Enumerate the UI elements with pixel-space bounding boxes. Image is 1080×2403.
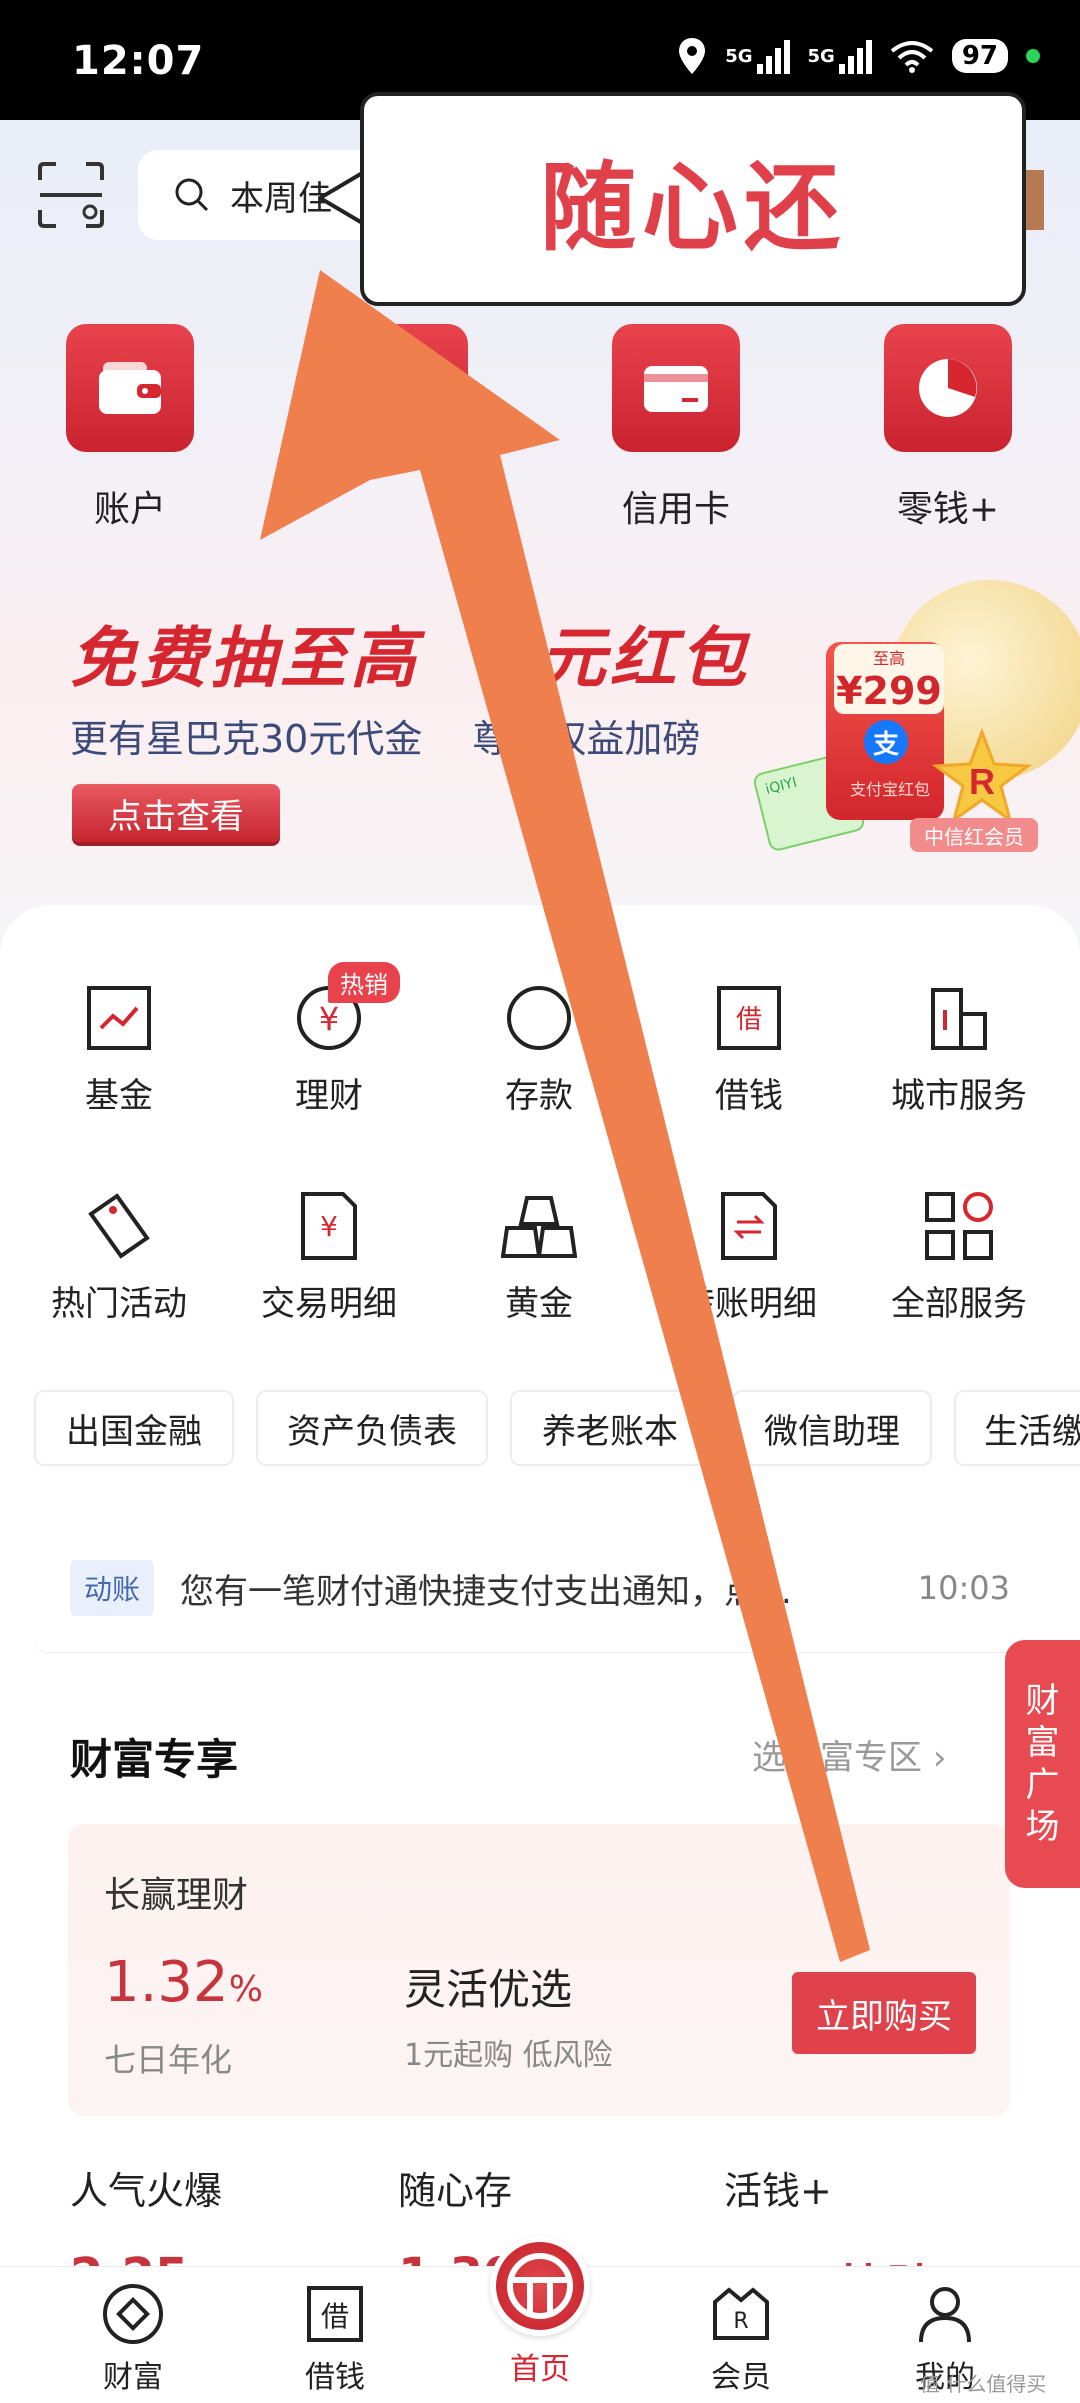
wealth-plaza-tab[interactable]: 财富广场 bbox=[1005, 1640, 1080, 1888]
home-logo-icon[interactable] bbox=[490, 2236, 590, 2336]
hot-badge: 热销 bbox=[328, 962, 400, 1003]
service-hot-activity[interactable]: 热门活动 bbox=[14, 1188, 224, 1325]
signal-1: 5G bbox=[725, 38, 790, 74]
status-time: 12:07 bbox=[72, 38, 205, 84]
service-deposit[interactable]: 存款 bbox=[434, 980, 644, 1117]
nav-borrow[interactable]: 借 借钱 bbox=[260, 2282, 410, 2396]
search-placeholder: 本周佳 bbox=[230, 178, 332, 219]
wealth-icon bbox=[103, 2284, 163, 2344]
notice-tag: 动账 bbox=[70, 1560, 155, 1616]
privacy-dot bbox=[1026, 49, 1040, 63]
top-icon-credit-card[interactable] bbox=[612, 324, 740, 452]
svg-text:¥: ¥ bbox=[320, 1210, 338, 1243]
service-transactions[interactable]: ¥ 交易明细 bbox=[224, 1188, 434, 1325]
borrow-nav-icon: 借 bbox=[307, 2286, 363, 2342]
svg-text:借: 借 bbox=[321, 2300, 349, 2333]
svg-text:¥: ¥ bbox=[319, 1000, 339, 1038]
red-packet-text: 支付宝红包 bbox=[849, 780, 930, 799]
banner-subtitle: 更有星巴克30元代金 尊享权益加磅 bbox=[70, 717, 701, 761]
grid-icon bbox=[925, 1192, 993, 1260]
banner-view-button[interactable]: 点击查看 bbox=[72, 784, 280, 842]
wealth-more-link[interactable]: 选财富专区 › bbox=[752, 1730, 946, 1779]
service-borrow[interactable]: 借 借钱 bbox=[644, 980, 854, 1117]
service-fund[interactable]: 基金 bbox=[14, 980, 224, 1117]
top-icon-account[interactable] bbox=[66, 324, 194, 452]
user-icon bbox=[919, 2287, 971, 2343]
svg-text:借: 借 bbox=[736, 1005, 762, 1035]
signal-bars-icon bbox=[756, 38, 790, 74]
service-gold[interactable]: 黄金 bbox=[434, 1188, 644, 1325]
wealth-title: 财富专享 bbox=[70, 1735, 239, 1784]
product-rate-label: 七日年化 bbox=[104, 2041, 233, 2079]
product-title: 灵活优选 bbox=[404, 1965, 573, 2014]
sub-cash-plus[interactable]: 活钱+ bbox=[724, 2160, 832, 2215]
top-icon-change[interactable] bbox=[884, 324, 1012, 452]
chip-pension[interactable]: 养老账本 bbox=[510, 1390, 710, 1466]
nav-member[interactable]: R 会员 bbox=[666, 2282, 816, 2396]
notice-text: 您有一笔财付通快捷支付支出通知，点… bbox=[180, 1571, 793, 1612]
receipt-icon: ¥ bbox=[301, 1192, 357, 1260]
chip-balance-sheet[interactable]: 资产负债表 bbox=[256, 1390, 488, 1466]
status-indicators: 5G 5G 97 bbox=[677, 36, 1040, 76]
product-rate: 1.32% bbox=[104, 1950, 263, 2015]
notice-time: 10:03 bbox=[917, 1569, 1010, 1607]
wifi-icon bbox=[890, 41, 934, 73]
deposit-icon bbox=[507, 986, 571, 1050]
service-city[interactable]: 城市服务 bbox=[854, 980, 1064, 1117]
chip-wechat[interactable]: 微信助理 bbox=[732, 1390, 932, 1466]
borrow-icon: 借 bbox=[717, 986, 781, 1050]
top-label-account: 账户 bbox=[93, 489, 166, 530]
notice-bar[interactable]: 动账 您有一笔财付通快捷支付支出通知，点… 10:03 bbox=[34, 1524, 1046, 1652]
scan-icon[interactable] bbox=[36, 160, 106, 230]
chip-life[interactable]: 生活缴 bbox=[954, 1390, 1080, 1466]
fund-icon bbox=[87, 986, 151, 1050]
star-icon: R bbox=[931, 728, 1033, 824]
chip-overseas[interactable]: 出国金融 bbox=[34, 1390, 234, 1466]
product-desc: 1元起购 低风险 bbox=[404, 2038, 613, 2073]
top-label-credit-card: 信用卡 bbox=[621, 489, 730, 530]
chevron-right-icon: › bbox=[932, 1738, 947, 1778]
red-packet-card: 至高 ¥299 bbox=[834, 644, 944, 714]
wallet-icon bbox=[66, 324, 194, 452]
city-icon bbox=[931, 988, 987, 1050]
service-transfer-detail[interactable]: 转账明细 bbox=[644, 1188, 854, 1325]
battery-level: 97 bbox=[951, 39, 1008, 73]
svg-text:R: R bbox=[733, 2309, 748, 2334]
sub-flexible-deposit[interactable]: 随心存 bbox=[398, 2160, 512, 2215]
pie-chart-icon bbox=[884, 324, 1012, 452]
nav-wealth[interactable]: 财富 bbox=[58, 2282, 208, 2396]
callout-label: 随心还 bbox=[360, 92, 1026, 306]
svg-text:R: R bbox=[969, 761, 995, 802]
banner-title[interactable]: 免费抽至高 9元红包 bbox=[70, 605, 750, 701]
transfer-detail-icon bbox=[721, 1192, 777, 1260]
signal-bars-icon bbox=[838, 38, 872, 74]
sub-popular[interactable]: 人气火爆 bbox=[70, 2160, 222, 2215]
product-name: 长赢理财 bbox=[104, 1875, 249, 1916]
credit-card-icon bbox=[612, 324, 740, 452]
location-icon bbox=[679, 38, 706, 74]
search-icon bbox=[175, 178, 209, 212]
nav-home[interactable]: 首页 bbox=[465, 2344, 615, 2388]
member-icon: R bbox=[713, 2287, 769, 2340]
watermark: 值 什么值得买 bbox=[920, 2372, 1047, 2396]
transfer-icon[interactable] bbox=[340, 324, 468, 452]
gold-icon bbox=[501, 1196, 577, 1258]
service-all[interactable]: 全部服务 bbox=[854, 1188, 1064, 1325]
tag-icon bbox=[88, 1193, 150, 1259]
buy-now-button[interactable]: 立即购买 bbox=[792, 1972, 976, 2054]
top-label-change: 零钱+ bbox=[896, 489, 1000, 530]
member-pill: 中信红会员 bbox=[910, 818, 1038, 852]
signal-2: 5G bbox=[808, 38, 872, 74]
alipay-icon: 支 bbox=[864, 720, 908, 764]
